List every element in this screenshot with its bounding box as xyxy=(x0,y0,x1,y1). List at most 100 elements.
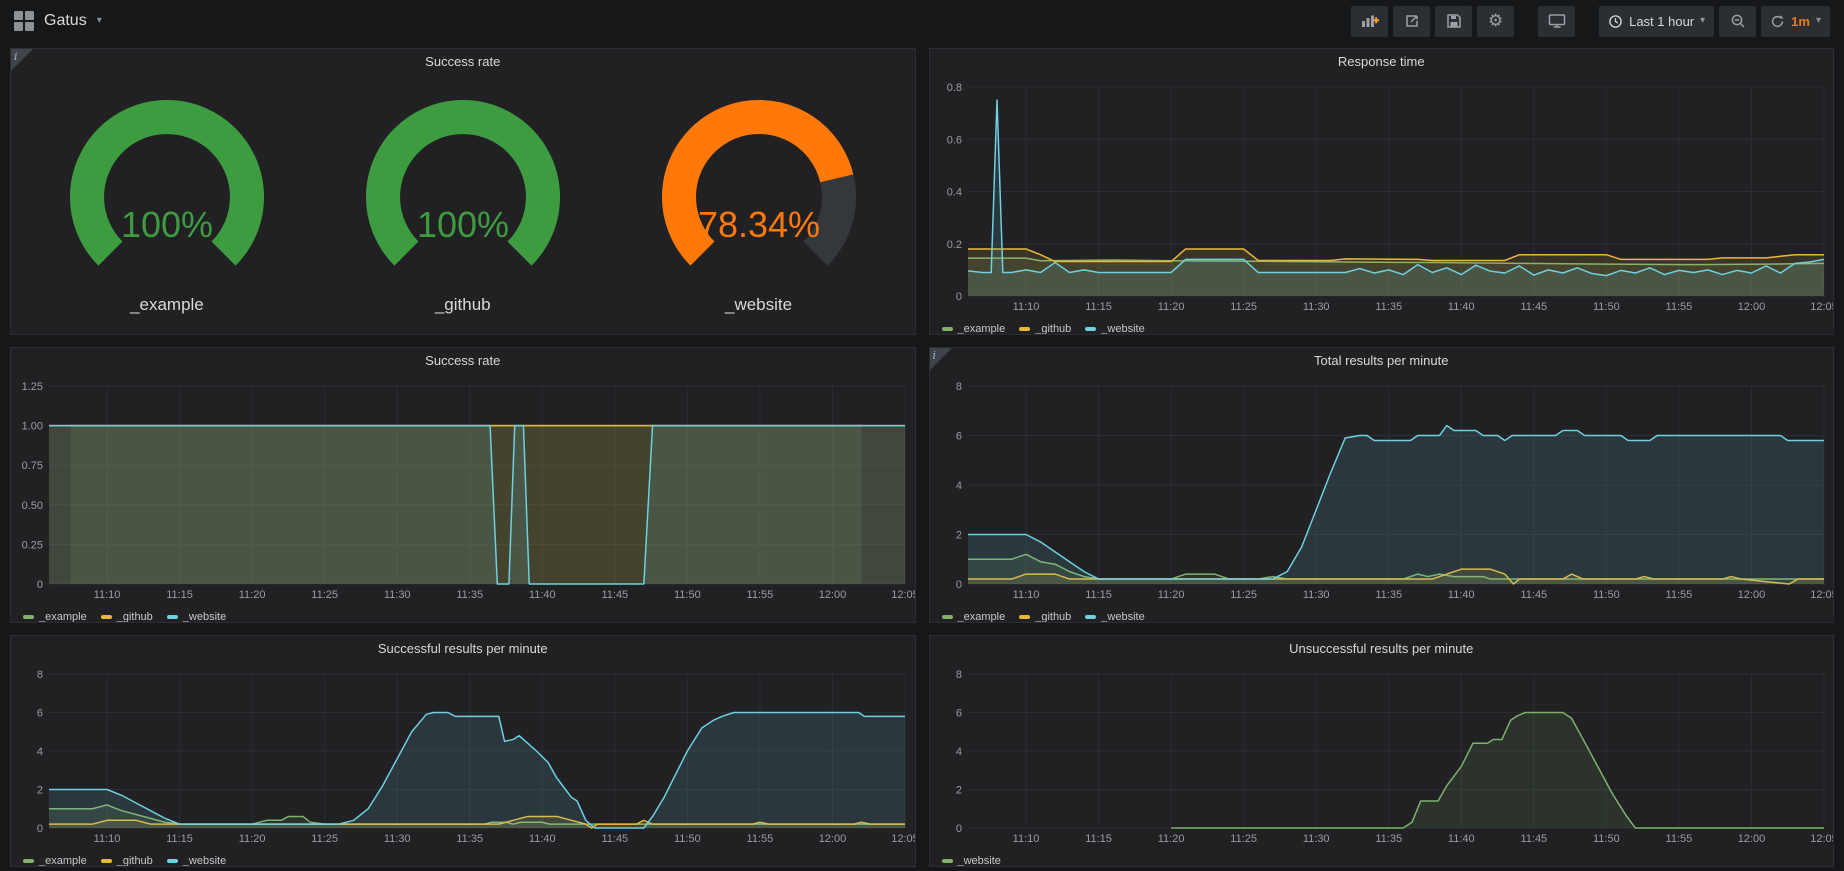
legend-label: _website xyxy=(1101,323,1144,335)
x-axis-label: 11:55 xyxy=(1665,301,1692,313)
zoom-out-icon xyxy=(1730,13,1746,29)
legend-item-_example[interactable]: _example xyxy=(23,855,87,867)
x-axis-label: 11:50 xyxy=(1593,301,1620,313)
x-axis-label: 11:10 xyxy=(1012,589,1039,601)
legend-item-_github[interactable]: _github xyxy=(1019,611,1071,623)
series-fill-_website xyxy=(49,713,905,829)
legend-item-_website[interactable]: _website xyxy=(167,611,226,623)
chart-area[interactable]: 0246811:1011:1511:2011:2511:3011:3511:40… xyxy=(930,662,1834,851)
gear-icon: ⚙ xyxy=(1488,11,1503,31)
legend-label: _example xyxy=(958,611,1006,623)
legend: _website xyxy=(930,851,1834,867)
gauge-value-text: 100% xyxy=(121,204,213,245)
time-range-button[interactable]: Last 1 hour ▾ xyxy=(1599,6,1714,37)
legend-marker xyxy=(1019,615,1030,619)
chevron-down-icon: ▾ xyxy=(1816,16,1821,26)
legend-item-_website[interactable]: _website xyxy=(167,855,226,867)
series-line-_website xyxy=(968,100,1824,276)
y-axis-label: 8 xyxy=(37,669,43,681)
panel-title[interactable]: Success rate xyxy=(11,49,915,75)
info-icon: i xyxy=(933,349,937,362)
x-axis-label: 11:30 xyxy=(384,589,411,601)
dashboard-title: Gatus xyxy=(44,12,87,30)
x-axis-label: 12:00 xyxy=(1737,301,1765,313)
panel-title[interactable]: Response time xyxy=(930,49,1834,75)
y-axis-label: 0 xyxy=(37,579,43,591)
legend-marker xyxy=(101,859,112,863)
legend-label: _example xyxy=(958,323,1006,335)
share-button[interactable] xyxy=(1393,6,1430,37)
info-corner[interactable]: i xyxy=(11,49,33,71)
x-axis-label: 11:35 xyxy=(1375,589,1402,601)
legend-marker xyxy=(942,859,953,863)
legend-marker xyxy=(101,615,112,619)
x-axis-label: 11:35 xyxy=(456,589,483,601)
info-corner[interactable]: i xyxy=(930,348,952,370)
chart-area[interactable]: 0246811:1011:1511:2011:2511:3011:3511:40… xyxy=(930,374,1834,607)
y-axis-label: 0.50 xyxy=(22,500,43,512)
gauge-label: _github xyxy=(318,295,608,315)
legend-label: _example xyxy=(39,855,87,867)
legend-marker xyxy=(1085,615,1096,619)
panel-unsuccessful-results: Unsuccessful results per minute 0246811:… xyxy=(929,635,1835,867)
panel-response-time: Response time 00.20.40.60.811:1011:1511:… xyxy=(929,48,1835,335)
chart-area[interactable]: 0246811:1011:1511:2011:2511:3011:3511:40… xyxy=(11,662,915,851)
gauge-svg: 100% xyxy=(22,86,312,288)
add-panel-button[interactable] xyxy=(1351,6,1388,37)
x-axis-label: 11:35 xyxy=(1375,301,1402,313)
x-axis-label: 11:40 xyxy=(1447,833,1474,845)
legend-item-_github[interactable]: _github xyxy=(101,855,153,867)
panel-title[interactable]: Total results per minute xyxy=(930,348,1834,374)
panel-title[interactable]: Success rate xyxy=(11,348,915,374)
x-axis-label: 11:25 xyxy=(311,589,338,601)
x-axis-label: 11:15 xyxy=(166,833,193,845)
x-axis-label: 11:40 xyxy=(529,833,556,845)
time-range-label: Last 1 hour xyxy=(1629,14,1694,29)
legend-item-_example[interactable]: _example xyxy=(942,323,1006,335)
series-fill-_website xyxy=(1171,713,1824,829)
zoom-out-button[interactable] xyxy=(1719,6,1756,37)
x-axis-label: 12:00 xyxy=(819,833,847,845)
legend-item-_example[interactable]: _example xyxy=(942,611,1006,623)
dashboard-picker[interactable]: Gatus ▾ xyxy=(14,11,102,31)
refresh-button[interactable]: 1m ▾ xyxy=(1761,6,1830,37)
gauge-_github: 100%_github xyxy=(318,86,608,315)
legend-item-_website[interactable]: _website xyxy=(1085,611,1144,623)
chart-area[interactable]: 00.250.500.751.001.2511:1011:1511:2011:2… xyxy=(11,374,915,607)
y-axis-label: 2 xyxy=(955,785,961,797)
clock-icon xyxy=(1608,14,1623,29)
legend-label: _github xyxy=(1035,323,1071,335)
y-axis-label: 0 xyxy=(955,291,961,303)
save-button[interactable] xyxy=(1435,6,1472,37)
y-axis-label: 0 xyxy=(955,823,961,835)
x-axis-label: 11:15 xyxy=(1085,833,1112,845)
x-axis-label: 12:05 xyxy=(1810,301,1834,313)
x-axis-label: 11:50 xyxy=(674,589,701,601)
settings-button[interactable]: ⚙ xyxy=(1477,6,1514,37)
y-axis-label: 6 xyxy=(955,431,961,443)
panel-title[interactable]: Successful results per minute xyxy=(11,636,915,662)
x-axis-label: 11:20 xyxy=(1157,589,1184,601)
y-axis-label: 6 xyxy=(955,708,961,720)
y-axis-label: 4 xyxy=(955,480,961,492)
legend-item-_github[interactable]: _github xyxy=(101,611,153,623)
gauge-row: 100%_example100%_github78.34%_website xyxy=(11,75,915,334)
x-axis-label: 11:20 xyxy=(239,589,266,601)
panel-title[interactable]: Unsuccessful results per minute xyxy=(930,636,1834,662)
legend-label: _website xyxy=(183,855,226,867)
tv-mode-button[interactable] xyxy=(1538,6,1575,37)
x-axis-label: 11:40 xyxy=(1447,301,1474,313)
legend-item-_github[interactable]: _github xyxy=(1019,323,1071,335)
legend-item-_website[interactable]: _website xyxy=(942,855,1001,867)
legend-item-_website[interactable]: _website xyxy=(1085,323,1144,335)
chart-area[interactable]: 00.20.40.60.811:1011:1511:2011:2511:3011… xyxy=(930,75,1834,319)
legend-label: _example xyxy=(39,611,87,623)
legend-marker xyxy=(942,327,953,331)
legend-label: _github xyxy=(117,611,153,623)
legend-item-_example[interactable]: _example xyxy=(23,611,87,623)
y-axis-label: 4 xyxy=(37,746,43,758)
legend-label: _github xyxy=(117,855,153,867)
y-axis-label: 0.4 xyxy=(946,187,961,199)
apps-grid-icon xyxy=(14,11,34,31)
x-axis-label: 11:45 xyxy=(1520,301,1547,313)
